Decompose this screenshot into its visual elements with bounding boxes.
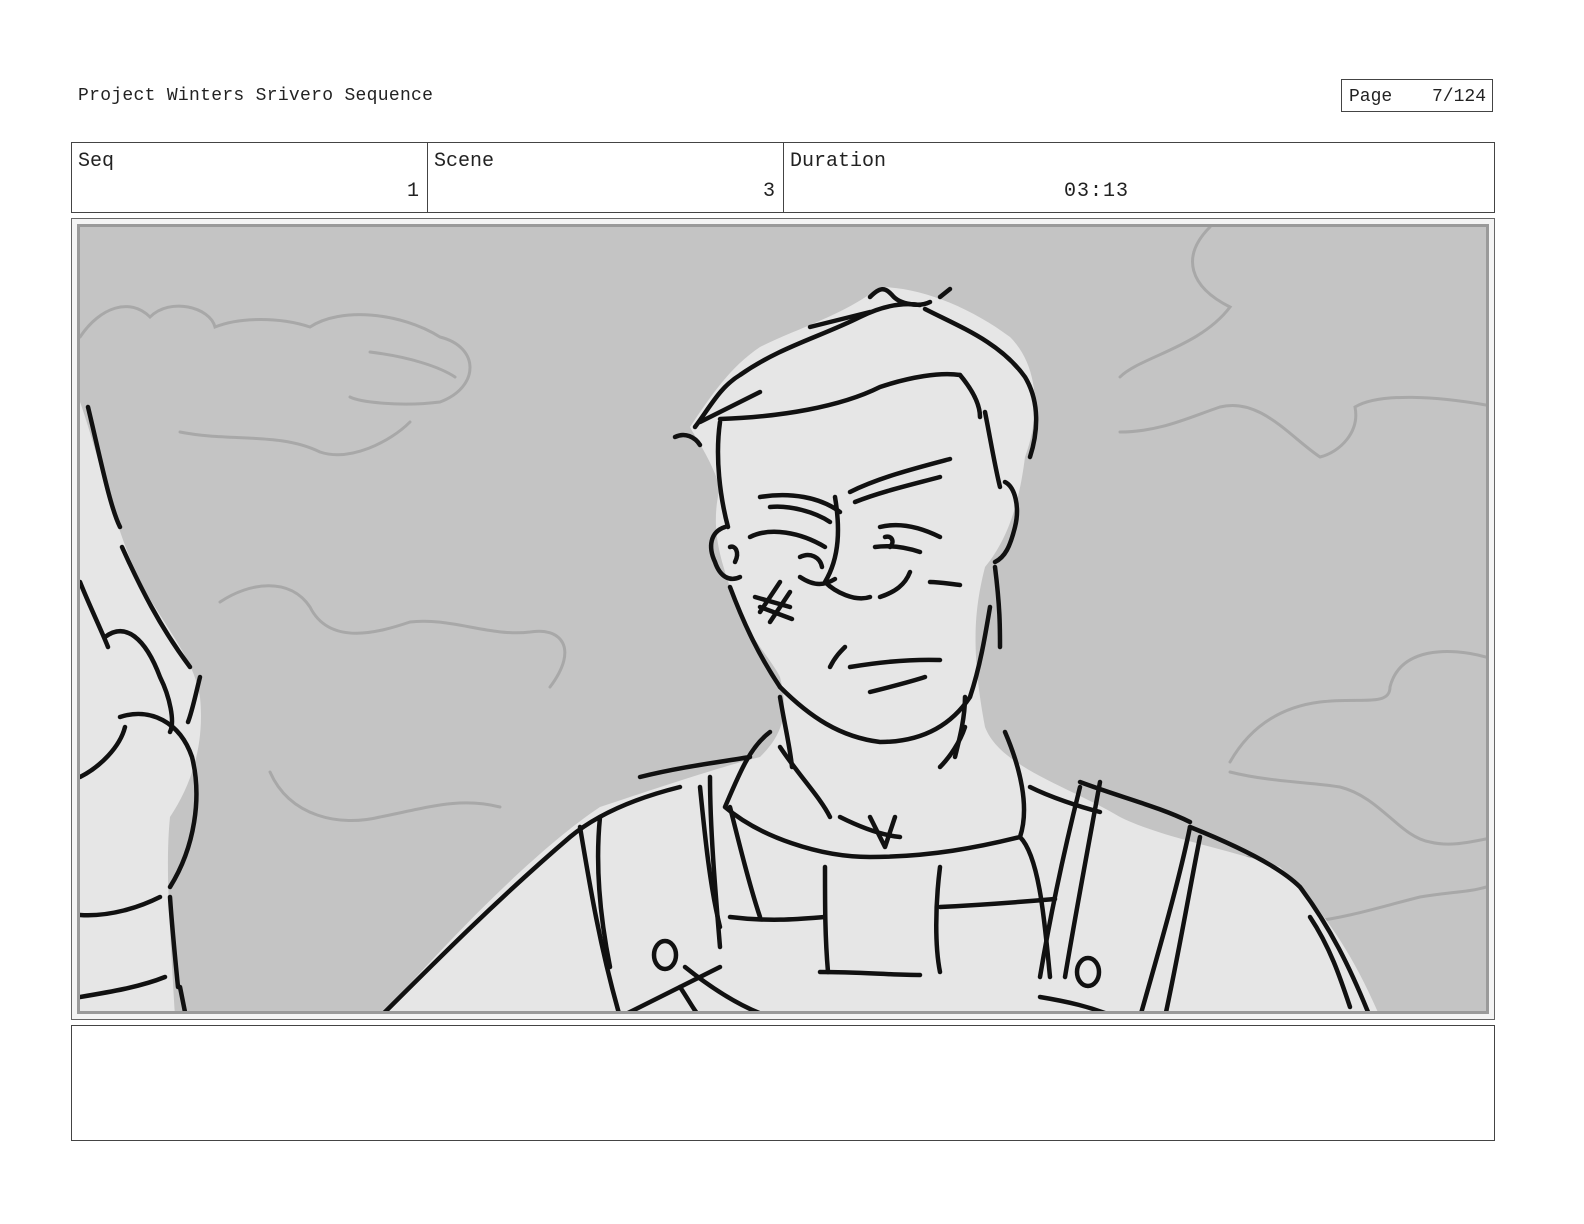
scene-cell: Scene 3 bbox=[428, 143, 784, 212]
raised-hand bbox=[80, 402, 203, 1011]
project-title: Project Winters Srivero Sequence bbox=[78, 86, 434, 106]
seq-value: 1 bbox=[406, 180, 419, 203]
duration-cell: Duration 03:13 bbox=[784, 143, 1494, 212]
page-indicator: Page 7/124 bbox=[1341, 79, 1493, 112]
seq-label: Seq bbox=[78, 150, 115, 173]
storyboard-frame bbox=[77, 224, 1489, 1014]
sketch-character-drawing bbox=[80, 227, 1486, 1011]
scene-value: 3 bbox=[762, 180, 775, 203]
duration-value: 03:13 bbox=[1064, 180, 1130, 203]
scene-label: Scene bbox=[434, 150, 495, 173]
duration-label: Duration bbox=[790, 150, 887, 173]
shot-info-row: Seq 1 Scene 3 Duration 03:13 bbox=[71, 142, 1495, 213]
page-label: Page bbox=[1349, 87, 1393, 107]
storyboard-panel bbox=[71, 218, 1495, 1020]
page-number: 7/124 bbox=[1431, 87, 1486, 107]
panel-notes-box[interactable] bbox=[71, 1025, 1495, 1141]
character-silhouette bbox=[385, 287, 1378, 1011]
seq-cell: Seq 1 bbox=[72, 143, 428, 212]
